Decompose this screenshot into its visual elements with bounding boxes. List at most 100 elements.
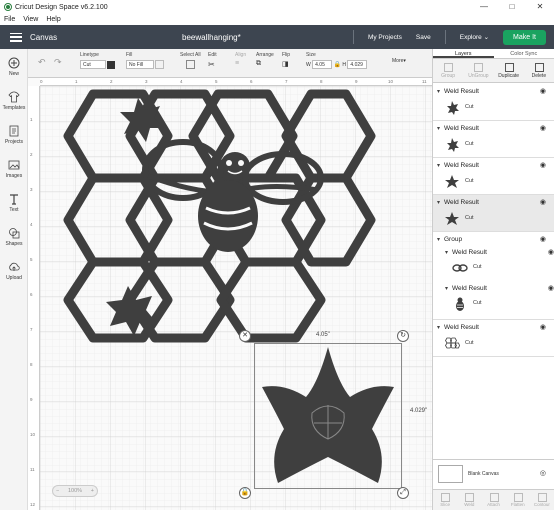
- eye-icon[interactable]: ◉: [548, 284, 554, 292]
- blank-canvas-layer[interactable]: Blank Canvas ◎: [433, 459, 554, 489]
- duplicate-button[interactable]: Duplicate: [494, 59, 524, 82]
- eye-icon[interactable]: ◉: [540, 124, 546, 132]
- flip-icon: ◨: [282, 61, 289, 68]
- ruler-tick-label: 12: [30, 502, 36, 507]
- chevron-down-icon[interactable]: ▾: [437, 162, 444, 169]
- eye-hidden-icon[interactable]: ◎: [540, 469, 546, 477]
- layer-item[interactable]: ▾ Weld Result ◉ Cut: [433, 320, 554, 357]
- nav-text[interactable]: Text: [0, 193, 28, 213]
- blank-canvas-swatch[interactable]: [438, 465, 463, 483]
- my-projects-link[interactable]: My Projects: [368, 34, 402, 41]
- selected-star-shape[interactable]: [254, 343, 402, 489]
- layer-item-selected[interactable]: ▾ Weld Result ◉ Cut: [433, 195, 554, 232]
- menu-file[interactable]: File: [0, 16, 19, 23]
- delete-handle-icon[interactable]: ✕: [239, 330, 251, 342]
- more-button[interactable]: More▾: [392, 58, 406, 64]
- ungroup-button[interactable]: UnGroup: [463, 59, 493, 82]
- chevron-down-icon[interactable]: ▾: [437, 88, 444, 95]
- layer-group[interactable]: ▾ Group ◉ ▾ Weld Result ◉ Cut ▾ Weld Result ◉ …: [433, 232, 554, 320]
- nav-images[interactable]: Images: [0, 159, 28, 179]
- chevron-down-icon[interactable]: ▾: [437, 324, 444, 331]
- select-all-control[interactable]: Select All: [180, 52, 201, 69]
- menu-help[interactable]: Help: [42, 16, 64, 23]
- fill-select[interactable]: No Fill: [126, 60, 154, 69]
- layer-item[interactable]: ▾ Weld Result ◉ Cut: [433, 158, 554, 195]
- ruler-tick-label: 2: [110, 79, 113, 84]
- rotate-handle-icon[interactable]: ↻: [397, 330, 409, 342]
- attach-button[interactable]: Attach: [481, 490, 505, 510]
- linetype-control: Linetype Cut: [80, 52, 116, 69]
- blank-canvas-label: Blank Canvas: [468, 471, 499, 477]
- nav-new[interactable]: New: [0, 57, 28, 77]
- layer-name: Weld Result: [444, 161, 479, 169]
- zoom-in-button[interactable]: +: [91, 488, 94, 494]
- linetype-select[interactable]: Cut: [80, 60, 106, 69]
- lock-icon[interactable]: 🔒: [334, 62, 341, 68]
- lock-handle-icon[interactable]: 🔒: [239, 487, 251, 499]
- edit-control[interactable]: Edit ✂: [208, 52, 217, 69]
- redo-icon[interactable]: ↷: [54, 57, 62, 68]
- ruler-tick-label: 4: [180, 79, 183, 84]
- close-window-button[interactable]: ✕: [526, 0, 554, 14]
- maximize-button[interactable]: □: [498, 0, 526, 14]
- tab-layers[interactable]: Layers: [433, 49, 494, 58]
- text-icon: [8, 193, 20, 205]
- flip-control[interactable]: Flip ◨: [282, 52, 290, 68]
- ruler-tick-label: 10: [388, 79, 394, 84]
- eye-icon[interactable]: ◉: [540, 161, 546, 169]
- zoom-out-button[interactable]: −: [56, 488, 59, 494]
- height-label: H: [342, 62, 347, 68]
- plus-circle-icon: [8, 57, 20, 69]
- delete-button[interactable]: Delete: [524, 59, 554, 82]
- ruler-tick-label: 2: [30, 152, 33, 157]
- nav-templates[interactable]: Templates: [0, 91, 28, 111]
- weld-button[interactable]: Weld: [457, 490, 481, 510]
- align-control[interactable]: Align ≡: [235, 52, 246, 67]
- ruler-tick-label: 7: [30, 327, 33, 332]
- minimize-button[interactable]: —: [470, 0, 498, 14]
- chevron-down-icon[interactable]: ▾: [445, 285, 452, 292]
- flatten-button[interactable]: Flatten: [506, 490, 530, 510]
- tab-color-sync[interactable]: Color Sync: [494, 49, 554, 58]
- contour-button[interactable]: Contour: [530, 490, 554, 510]
- layer-name: Weld Result: [444, 198, 479, 206]
- group-button[interactable]: Group: [433, 59, 463, 82]
- layer-name: Weld Result: [452, 248, 487, 256]
- layer-item[interactable]: ▾ Weld Result ◉ Cut: [433, 84, 554, 121]
- ruler-tick-label: 6: [250, 79, 253, 84]
- group-name: Group: [444, 235, 463, 243]
- height-input[interactable]: 4.029: [347, 60, 368, 69]
- explore-dropdown[interactable]: Explore ⌄: [460, 33, 489, 41]
- chevron-down-icon[interactable]: ▾: [437, 236, 444, 243]
- nav-label: Projects: [4, 139, 24, 145]
- undo-icon[interactable]: ↶: [38, 57, 46, 68]
- star-thumbnail: [447, 138, 459, 152]
- design-canvas[interactable]: 4.05" 4.029" ✕ ↻ 🔒 ⤢: [28, 78, 432, 510]
- fill-swatch[interactable]: [155, 60, 165, 70]
- resize-handle-icon[interactable]: ⤢: [397, 487, 409, 499]
- nav-shapes[interactable]: Shapes: [0, 227, 28, 247]
- layer-name: Weld Result: [452, 284, 487, 292]
- eye-icon[interactable]: ◉: [540, 323, 546, 331]
- layer-operation: Cut: [465, 104, 474, 110]
- eye-icon[interactable]: ◉: [548, 248, 554, 256]
- slice-button[interactable]: Slice: [433, 490, 457, 510]
- save-button[interactable]: Save: [416, 34, 431, 41]
- select-all-icon: [186, 60, 195, 69]
- layer-item[interactable]: ▾ Weld Result ◉ Cut: [433, 121, 554, 158]
- eye-icon[interactable]: ◉: [540, 198, 546, 206]
- hamburger-menu-icon[interactable]: [10, 32, 22, 42]
- eye-icon[interactable]: ◉: [540, 87, 546, 95]
- nav-projects[interactable]: Projects: [0, 125, 28, 145]
- width-input[interactable]: 4.05: [312, 60, 333, 69]
- menu-view[interactable]: View: [19, 16, 42, 23]
- chevron-down-icon[interactable]: ▾: [445, 249, 452, 256]
- nav-upload[interactable]: Upload: [0, 261, 28, 281]
- chevron-down-icon[interactable]: ▾: [437, 199, 444, 206]
- make-it-button[interactable]: Make It: [503, 29, 546, 45]
- linetype-color-swatch[interactable]: [107, 60, 116, 69]
- window-title: Cricut Design Space v6.2.100: [15, 3, 108, 11]
- eye-icon[interactable]: ◉: [540, 235, 546, 243]
- chevron-down-icon[interactable]: ▾: [437, 125, 444, 132]
- arrange-control[interactable]: Arrange ⧉: [256, 52, 274, 68]
